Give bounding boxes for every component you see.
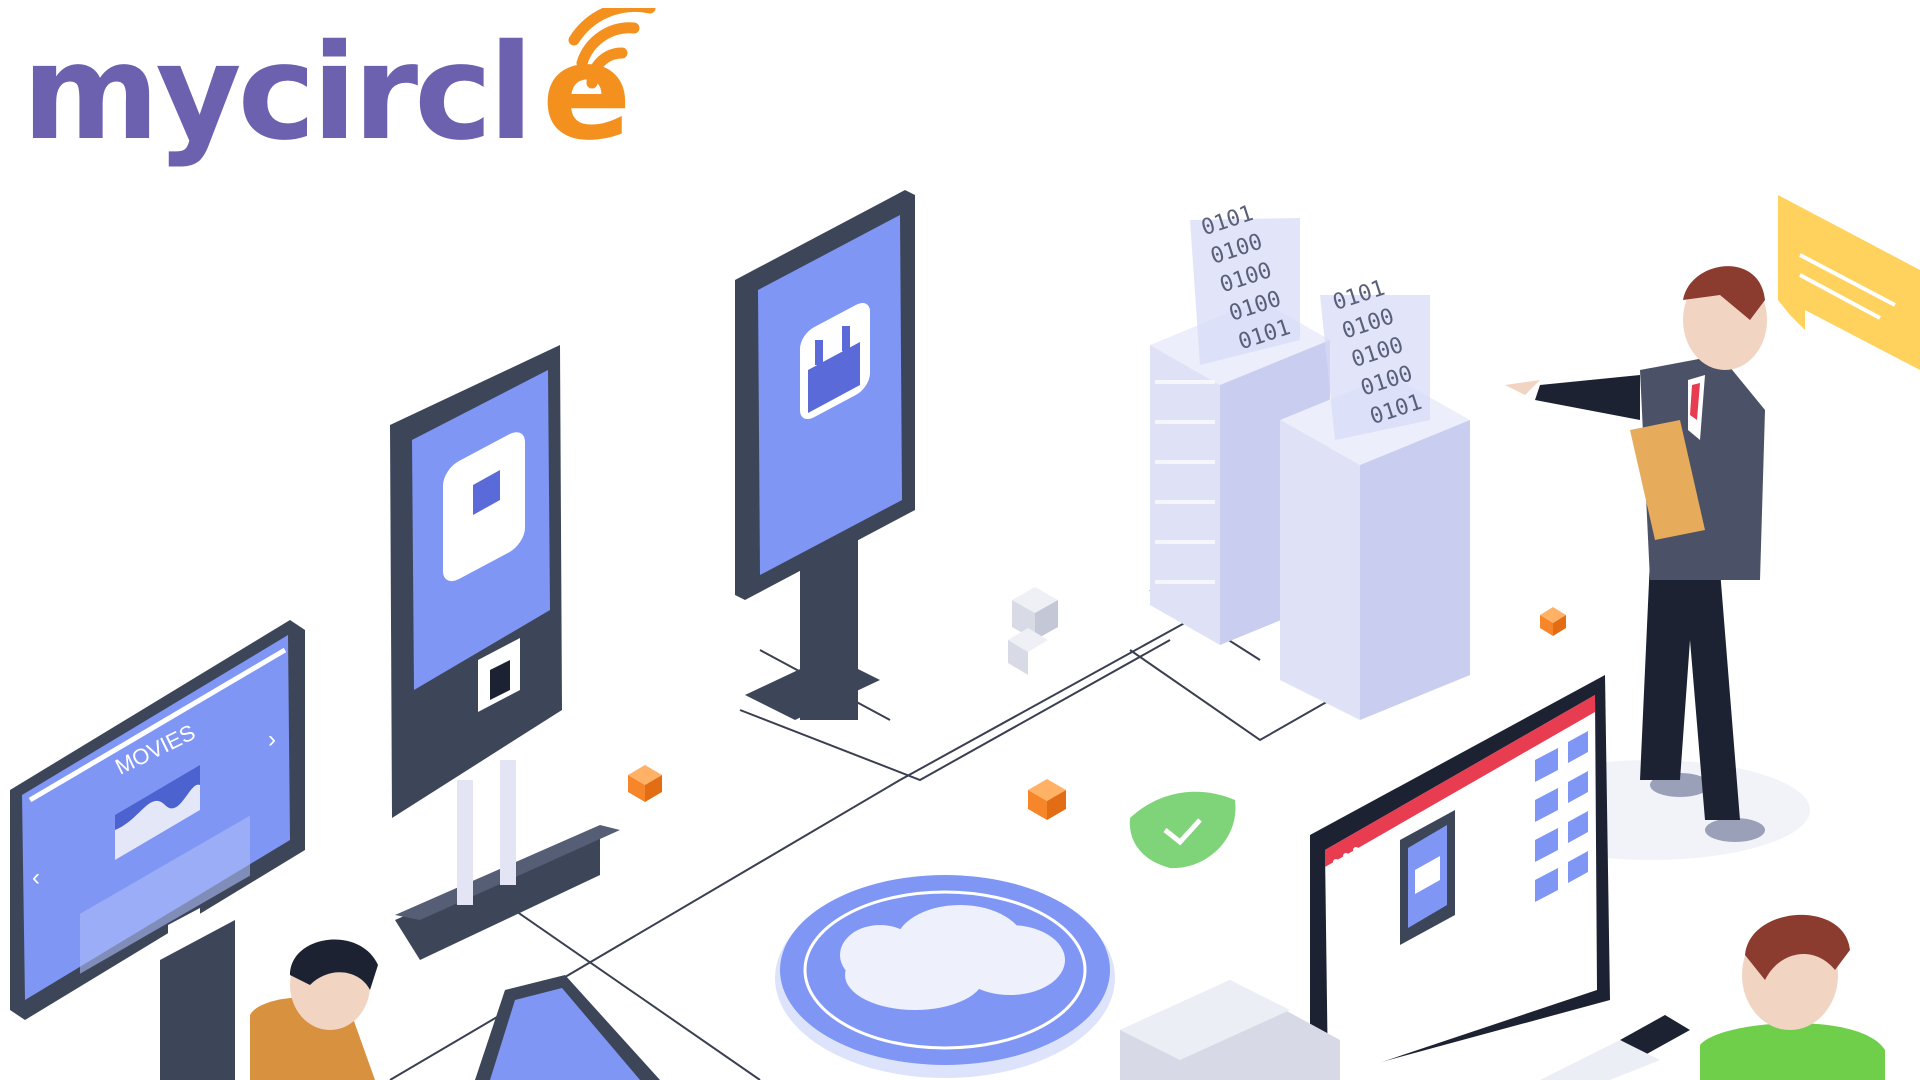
orange-cube <box>628 765 662 802</box>
network-illustration: MOVIES › ‹ 0101 0100 0100 0100 0101 0101… <box>10 190 1920 1080</box>
next-arrow-icon: › <box>268 726 276 753</box>
worker-left <box>250 939 378 1080</box>
orange-cube <box>1540 607 1566 636</box>
cloud-platform <box>775 875 1115 1078</box>
security-shield-icon <box>1129 791 1236 869</box>
orange-cube <box>1028 779 1066 820</box>
pc-tower <box>1120 980 1340 1080</box>
kiosk-chair <box>390 345 620 960</box>
grey-cubes <box>1008 587 1058 675</box>
speech-bubble-icon <box>1778 195 1920 370</box>
kiosk-factory <box>735 190 915 720</box>
prev-arrow-icon: ‹ <box>32 864 40 891</box>
